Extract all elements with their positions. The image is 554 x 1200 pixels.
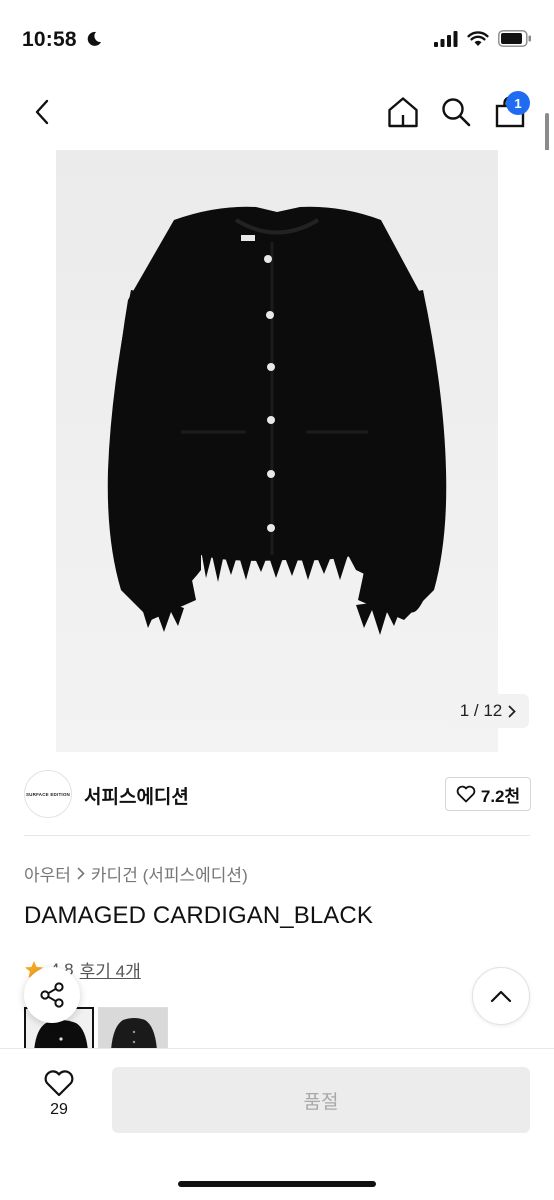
status-time: 10:58 — [22, 28, 103, 52]
cart-count-badge: 1 — [506, 91, 530, 115]
scroll-to-top-button[interactable] — [472, 967, 530, 1025]
brand-name[interactable]: 서피스에디션 — [84, 782, 189, 809]
color-thumbnail[interactable] — [98, 1007, 168, 1049]
status-icons — [434, 30, 532, 47]
breadcrumb: 아우터 카디건 (서피스에디션) — [24, 861, 248, 886]
brand-row: SURFACE EDITION 서피스에디션 7.2천 — [0, 765, 554, 829]
wifi-icon — [467, 30, 489, 46]
heart-icon — [44, 1070, 74, 1097]
chevron-right-icon — [77, 867, 85, 880]
gallery-pager-button[interactable]: 1 / 12 — [447, 694, 529, 728]
top-nav — [0, 80, 554, 144]
search-icon — [442, 98, 471, 127]
product-title: DAMAGED CARDIGAN_BLACK — [24, 902, 373, 929]
signal-icon — [434, 30, 458, 47]
status-bar: 10:58 — [0, 0, 554, 80]
back-button[interactable] — [22, 92, 62, 132]
purchase-bar: 29 품절 — [0, 1048, 554, 1200]
home-icon — [388, 97, 418, 128]
wishlist-button[interactable]: 29 — [30, 1069, 88, 1119]
product-image[interactable] — [56, 150, 498, 752]
heart-icon — [456, 785, 476, 803]
back-icon — [35, 99, 49, 125]
home-indicator — [178, 1181, 376, 1187]
pager-text: 1 / 12 — [459, 701, 503, 720]
chevron-up-icon — [490, 990, 512, 1002]
battery-icon — [498, 30, 531, 47]
product-gallery[interactable] — [0, 150, 554, 752]
search-button[interactable] — [436, 92, 476, 132]
wishlist-count: 29 — [50, 1101, 68, 1118]
brand-like-button[interactable]: 7.2천 — [445, 777, 531, 811]
brand-logo[interactable]: SURFACE EDITION — [24, 770, 72, 818]
divider — [24, 835, 530, 836]
soldout-button[interactable]: 품절 — [112, 1067, 530, 1133]
brand-like-count: 7.2천 — [480, 786, 521, 806]
thumbnail-image — [99, 1008, 167, 1049]
share-icon — [40, 982, 64, 1008]
breadcrumb-item[interactable]: 카디건 (서피스에디션) — [91, 861, 248, 886]
chevron-right-icon — [508, 705, 517, 717]
brand-logo-text: SURFACE EDITION — [25, 791, 70, 797]
moon-icon — [87, 31, 101, 46]
share-button[interactable] — [24, 967, 80, 1023]
breadcrumb-item[interactable]: 아우터 — [24, 861, 71, 886]
review-link[interactable]: 후기 4개 — [80, 957, 141, 982]
home-button[interactable] — [383, 92, 423, 132]
